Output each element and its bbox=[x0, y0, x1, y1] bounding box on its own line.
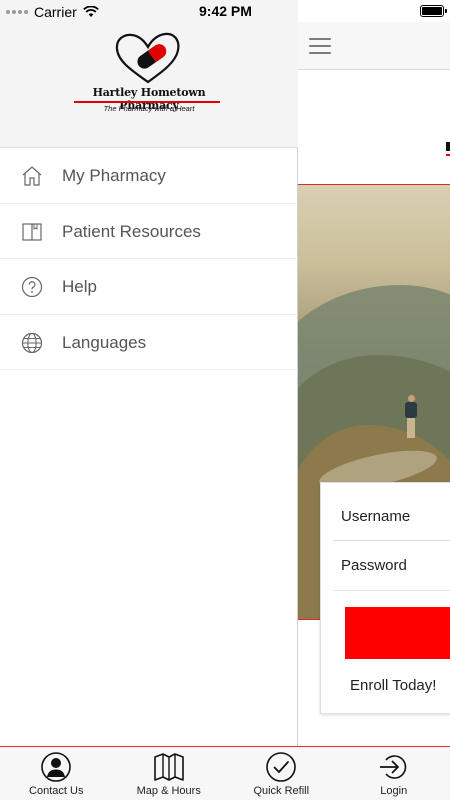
battery-icon bbox=[420, 5, 447, 17]
menu-item-label: Languages bbox=[62, 332, 147, 352]
hamburger-menu-icon[interactable] bbox=[309, 38, 331, 54]
enroll-link[interactable]: Enroll Today! bbox=[350, 677, 436, 694]
book-icon bbox=[22, 222, 42, 241]
tab-quick-refill[interactable]: Quick Refill bbox=[225, 747, 338, 800]
menu-item-label: My Pharmacy bbox=[62, 166, 166, 185]
login-submit-button[interactable] bbox=[345, 607, 450, 659]
main-logo-fragment bbox=[446, 140, 450, 158]
app-screen: Username Password Enroll Today! Carrier … bbox=[0, 0, 450, 800]
tab-label: Login bbox=[380, 785, 408, 797]
bottom-tab-bar: Contact Us Map & Hours Quick Refill Logi… bbox=[0, 746, 450, 800]
home-icon bbox=[22, 166, 42, 186]
tab-login[interactable]: Login bbox=[338, 747, 450, 800]
main-nav-bar bbox=[298, 22, 450, 70]
drawer-header: Carrier 9:42 PM Hartley Hometown Pharmac… bbox=[0, 0, 298, 148]
password-field[interactable]: Password bbox=[333, 543, 450, 591]
menu-item-patient-resources[interactable]: Patient Resources bbox=[0, 204, 298, 259]
clock: 9:42 PM bbox=[199, 3, 252, 19]
carrier-label: Carrier bbox=[34, 4, 77, 20]
menu-item-languages[interactable]: Languages bbox=[0, 315, 298, 370]
pharmacy-logo: Hartley Hometown Pharmacy The Pharmacy w… bbox=[70, 32, 228, 114]
username-label: Username bbox=[341, 508, 411, 525]
wifi-icon bbox=[82, 6, 99, 17]
person-icon bbox=[41, 752, 72, 782]
status-bar-right bbox=[298, 0, 450, 22]
logo-tagline: The Pharmacy with a Heart bbox=[103, 104, 195, 113]
menu-item-label: Help bbox=[62, 277, 97, 296]
heart-pill-logo-icon bbox=[115, 32, 180, 84]
tab-label: Quick Refill bbox=[253, 785, 310, 797]
globe-icon bbox=[21, 332, 43, 353]
signal-icon bbox=[6, 10, 28, 14]
login-card: Username Password Enroll Today! bbox=[320, 482, 450, 714]
logo-underline bbox=[74, 101, 220, 103]
side-drawer: Carrier 9:42 PM Hartley Hometown Pharmac… bbox=[0, 0, 298, 747]
question-icon bbox=[21, 276, 43, 298]
tab-label: Contact Us bbox=[29, 785, 84, 797]
login-icon bbox=[379, 755, 407, 779]
menu-item-label: Patient Resources bbox=[62, 221, 201, 241]
check-circle-icon bbox=[266, 752, 297, 782]
password-label: Password bbox=[341, 557, 407, 574]
tab-label: Map & Hours bbox=[136, 785, 201, 797]
map-icon bbox=[153, 753, 184, 781]
tab-contact-us[interactable]: Contact Us bbox=[0, 747, 113, 800]
tab-map-hours[interactable]: Map & Hours bbox=[113, 747, 226, 800]
menu-item-my-pharmacy[interactable]: My Pharmacy bbox=[0, 148, 298, 204]
menu-item-help[interactable]: Help bbox=[0, 259, 298, 315]
hiker-figure bbox=[404, 395, 418, 443]
main-panel: Username Password Enroll Today! bbox=[298, 0, 450, 747]
drawer-menu: My Pharmacy Patient Resources Help Langu… bbox=[0, 148, 298, 370]
status-bar-left: Carrier bbox=[6, 3, 99, 21]
username-field[interactable]: Username bbox=[333, 493, 450, 541]
